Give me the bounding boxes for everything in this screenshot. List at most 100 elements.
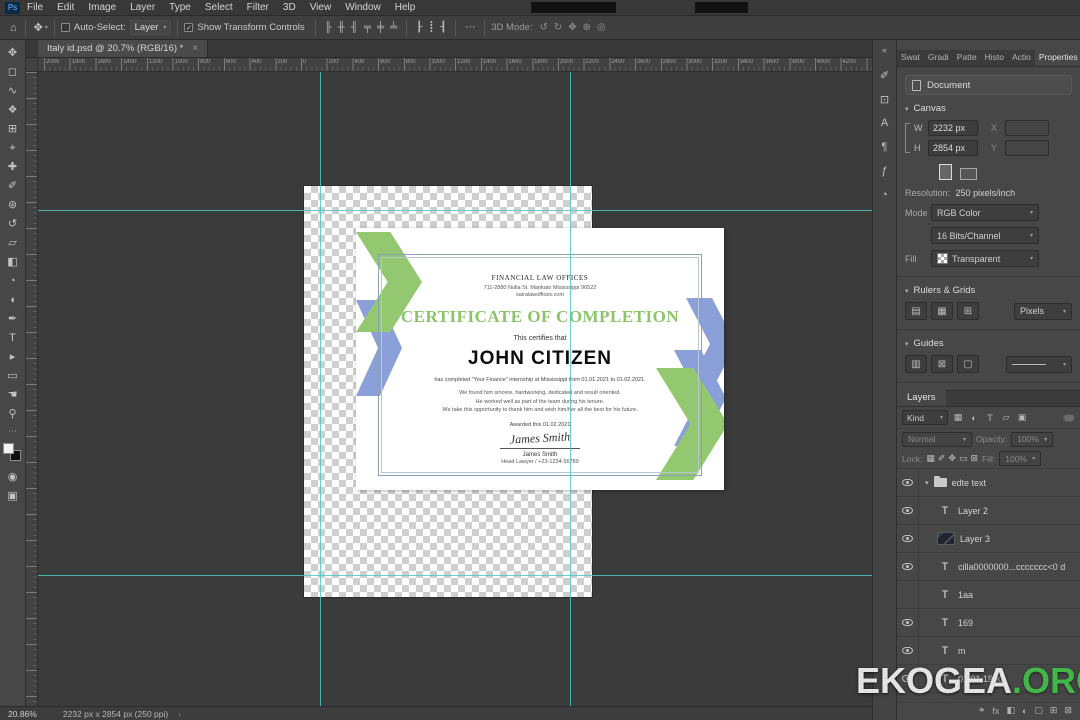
layer-row[interactable]: ▾ T Layer 3 [897, 525, 1080, 553]
character-panel-icon[interactable]: A [872, 111, 897, 135]
brushes-panel-icon[interactable]: ✐ [872, 63, 897, 87]
hand-tool[interactable]: ☚ [0, 386, 26, 405]
layer-filter-toggle[interactable] [1063, 413, 1075, 422]
color-mode-select[interactable]: RGB Color ▾ [931, 204, 1039, 221]
document-properties-selector[interactable]: Document [905, 75, 1072, 95]
lasso-tool[interactable]: ∿ [0, 82, 26, 101]
layer-visibility-toggle[interactable] [897, 497, 919, 524]
quick-selection-tool[interactable]: ❖ [0, 101, 26, 120]
layer-visibility-toggle[interactable] [897, 525, 919, 552]
libraries-panel-icon[interactable]: ƒ [872, 159, 897, 183]
toggle-pixel-grid-icon[interactable]: ⊞ [957, 302, 979, 320]
color-swatches[interactable] [0, 443, 26, 465]
current-tool-icon[interactable]: ✥ [32, 21, 45, 34]
layer-style-icon[interactable]: fx [992, 706, 999, 716]
marquee-tool[interactable]: ◻ [0, 63, 26, 82]
panel-tab[interactable]: Properties [1034, 50, 1080, 66]
status-menu-arrow[interactable]: › [178, 709, 181, 719]
panel-tab[interactable]: Patte [953, 50, 981, 66]
edit-toolbar-icon[interactable]: ⋯ [0, 424, 26, 438]
blur-tool[interactable]: ◔ [0, 272, 26, 291]
panel-tab[interactable]: Swat [897, 50, 924, 66]
expand-panels-icon[interactable]: « [882, 45, 887, 55]
layer-visibility-toggle[interactable] [897, 581, 919, 608]
align-left-edges-icon[interactable]: ╟ [322, 22, 335, 33]
filter-shape-layers-icon[interactable]: ▱ [999, 410, 1013, 425]
units-select[interactable]: Pixels ▾ [1014, 302, 1072, 320]
shape-tool[interactable]: ▭ [0, 367, 26, 386]
crop-tool[interactable]: ⊞ [0, 120, 26, 139]
screen-mode-icon[interactable]: ▣ [0, 487, 26, 506]
panel-tab[interactable]: Gradi [924, 50, 953, 66]
guides-section-header[interactable]: ▾ Guides [905, 338, 1072, 349]
tool-preset-caret-icon[interactable]: ▾ [45, 24, 48, 31]
eraser-tool[interactable]: ▱ [0, 234, 26, 253]
menu-item[interactable]: 3D [276, 0, 303, 16]
toggle-grid-icon[interactable]: ▦ [931, 302, 953, 320]
landscape-orientation-button[interactable] [960, 168, 977, 180]
vertical-guide[interactable] [570, 72, 571, 706]
3d-pan-icon[interactable]: ✥ [565, 22, 579, 33]
foreground-color-swatch[interactable] [2, 443, 14, 454]
canvas-section-header[interactable]: ▾ Canvas [905, 103, 1072, 114]
timeline-panel-icon[interactable]: ◔ [872, 183, 897, 207]
distribute-vertical-icon[interactable]: ┋ [425, 22, 437, 33]
path-selection-tool[interactable]: ▸ [0, 348, 26, 367]
vertical-guide[interactable] [320, 72, 321, 706]
opacity-select[interactable]: 100% ▾ [1011, 431, 1054, 447]
home-icon[interactable]: ⌂ [8, 22, 19, 34]
auto-select-checkbox[interactable] [60, 23, 70, 32]
zoom-tool[interactable]: ⚲ [0, 405, 26, 424]
layer-row[interactable]: ▾ T edte text [897, 469, 1080, 497]
document-tab[interactable]: Italy id.psd @ 20.7% (RGB/16) * × [38, 39, 209, 57]
3d-orbit-icon[interactable]: ↺ [536, 22, 550, 33]
vertical-ruler[interactable] [26, 72, 38, 706]
panel-tab[interactable]: Histo [981, 50, 1008, 66]
distribute-spacing-icon[interactable]: ┨ [437, 22, 449, 33]
distribute-horizontal-icon[interactable]: ┠ [413, 22, 425, 33]
blend-mode-select[interactable]: Normal ▾ [902, 431, 972, 447]
dodge-tool[interactable]: ◖ [0, 291, 26, 310]
align-vertical-centers-icon[interactable]: ╪ [374, 22, 387, 33]
type-tool[interactable]: T [0, 329, 26, 348]
eyedropper-tool[interactable]: ⌖ [0, 139, 26, 158]
layer-visibility-toggle[interactable] [897, 553, 919, 580]
bit-depth-select[interactable]: 16 Bits/Channel ▾ [931, 227, 1039, 244]
portrait-orientation-button[interactable] [939, 164, 952, 180]
layer-row[interactable]: ▾ T 169 [897, 609, 1080, 637]
lock-position-icon[interactable]: ✥ [948, 453, 956, 464]
toggle-rulers-icon[interactable]: ▤ [905, 302, 927, 320]
healing-brush-tool[interactable]: ✚ [0, 158, 26, 177]
quick-mask-icon[interactable]: ◉ [0, 468, 26, 487]
menu-item[interactable]: File [20, 0, 50, 16]
filter-smart-objects-icon[interactable]: ▣ [1015, 410, 1029, 425]
menu-item[interactable]: View [303, 0, 339, 16]
menu-item[interactable]: Help [388, 0, 423, 16]
clone-stamp-tool[interactable]: ⊛ [0, 196, 26, 215]
filter-pixel-layers-icon[interactable]: ▦ [951, 410, 965, 425]
rulers-grids-section-header[interactable]: ▾ Rulers & Grids [905, 285, 1072, 296]
new-guide-layout-icon[interactable]: ▥ [905, 355, 927, 373]
3d-roll-icon[interactable]: ↻ [551, 22, 565, 33]
layer-row[interactable]: ▾ T cilla0000000...ccccccc<0 d [897, 553, 1080, 581]
fill-select[interactable]: Transparent ▾ [931, 250, 1039, 267]
fill-opacity-select[interactable]: 100% ▾ [999, 451, 1042, 466]
paragraph-panel-icon[interactable]: ¶ [872, 135, 897, 159]
zoom-level-field[interactable]: 20.86% [8, 709, 37, 719]
pen-tool[interactable]: ✒ [0, 310, 26, 329]
filter-type-layers-icon[interactable]: T [983, 410, 997, 425]
menu-item[interactable]: Filter [240, 0, 276, 16]
layer-row[interactable]: ▾ T Layer 2 [897, 497, 1080, 525]
horizontal-guide[interactable] [38, 575, 872, 576]
3d-slide-icon[interactable]: ⊕ [580, 22, 594, 33]
lock-artboard-icon[interactable]: ▭ [959, 453, 968, 464]
canvas-area[interactable]: FINANCIAL LAW OFFICES 711-2880 Nulla St.… [38, 72, 872, 706]
clear-guides-icon[interactable]: ▢ [957, 355, 979, 373]
layer-row[interactable]: ▾ T 1aa [897, 581, 1080, 609]
lock-all-icon[interactable]: ⊠ [970, 453, 978, 464]
guide-style-select[interactable]: ▾ [1006, 355, 1072, 373]
gradient-tool[interactable]: ◧ [0, 253, 26, 272]
height-field[interactable]: 2854 px [928, 140, 978, 156]
layer-visibility-toggle[interactable] [897, 609, 919, 636]
filter-adjustment-layers-icon[interactable]: ◐ [967, 410, 981, 425]
